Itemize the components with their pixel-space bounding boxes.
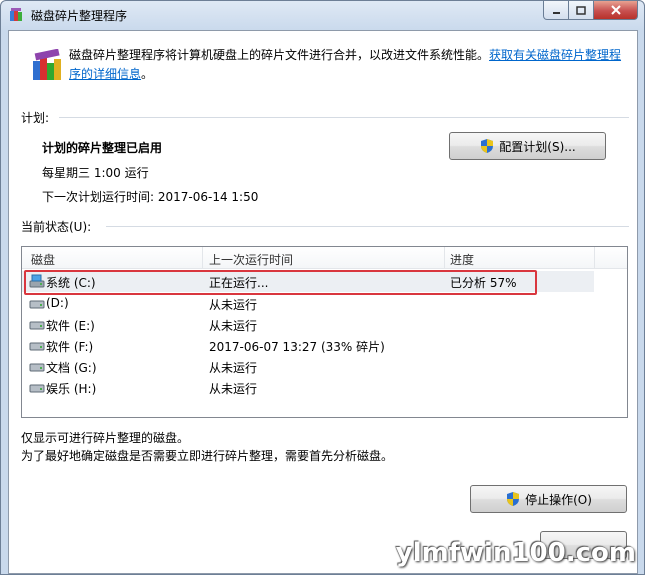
last-run-time: 从未运行 — [209, 298, 258, 312]
defrag-logo-icon — [33, 49, 61, 80]
disk-name: 娱乐 (H:) — [46, 382, 97, 396]
last-run-time: 从未运行 — [209, 382, 258, 396]
minimize-icon — [552, 11, 560, 14]
disk-row-d[interactable]: (D:) 从未运行 — [22, 293, 627, 314]
schedule-section-label: 计划: — [21, 111, 50, 125]
drive-icon — [29, 363, 45, 372]
defrag-app-icon — [10, 8, 22, 21]
disk-list-header: 磁盘 上一次运行时间 进度 — [22, 247, 627, 269]
disk-name: 文档 (G:) — [46, 361, 97, 375]
current-status-label: 当前状态(U): — [21, 220, 92, 234]
disk-list[interactable]: 磁盘 上一次运行时间 进度 系统 (C:) 正在运行... 已分析 57% (D… — [21, 246, 628, 418]
disk-row-e[interactable]: 软件 (E:) 从未运行 — [22, 314, 627, 335]
client-area: 磁盘碎片整理程序将计算机硬盘上的碎片文件进行合并，以改进文件系统性能。获取有关磁… — [8, 30, 638, 574]
minimize-button[interactable] — [543, 1, 569, 20]
last-run-time: 从未运行 — [209, 319, 258, 333]
column-separator[interactable] — [594, 247, 595, 269]
column-separator[interactable] — [202, 247, 203, 269]
watermark: ylmfwin100.com — [395, 538, 636, 568]
note-line-1: 仅显示可进行碎片整理的磁盘。 — [21, 431, 190, 445]
maximize-icon — [576, 5, 586, 15]
uac-shield-icon — [481, 139, 494, 153]
disk-row-f[interactable]: 软件 (F:) 2017-06-07 13:27 (33% 碎片) — [22, 335, 627, 356]
configure-schedule-button[interactable]: 配置计划(S)... — [449, 132, 606, 160]
highlight-annotation-box — [24, 270, 537, 295]
close-button[interactable] — [594, 1, 638, 20]
disk-name: 软件 (E:) — [46, 319, 95, 333]
drive-icon — [29, 300, 45, 309]
description: 磁盘碎片整理程序将计算机硬盘上的碎片文件进行合并，以改进文件系统性能。获取有关磁… — [69, 46, 629, 84]
column-header-disk[interactable]: 磁盘 — [31, 251, 55, 268]
defrag-window: 磁盘碎片整理程序 磁盘碎片整理程序将计算机硬盘上的碎片文件进行合并，以改进文件系… — [0, 0, 645, 575]
last-run-time: 从未运行 — [209, 361, 258, 375]
description-suffix: 。 — [141, 67, 154, 81]
drive-icon — [29, 342, 45, 351]
disk-row-g[interactable]: 文档 (G:) 从未运行 — [22, 356, 627, 377]
column-separator[interactable] — [444, 247, 445, 269]
title-bar[interactable]: 磁盘碎片整理程序 — [1, 1, 644, 29]
drive-icon — [29, 321, 45, 330]
schedule-status-title: 计划的碎片整理已启用 — [42, 141, 163, 155]
close-icon — [610, 5, 621, 15]
note-line-2: 为了最好地确定磁盘是否需要立即进行碎片整理，需要首先分析磁盘。 — [21, 449, 394, 463]
maximize-button[interactable] — [569, 1, 594, 20]
description-text: 磁盘碎片整理程序将计算机硬盘上的碎片文件进行合并，以改进文件系统性能。 — [69, 48, 490, 62]
disk-name: (D:) — [46, 296, 69, 310]
schedule-next-run: 下一次计划运行时间: 2017-06-14 1:50 — [42, 190, 259, 204]
uac-shield-icon — [507, 492, 520, 506]
disk-row-h[interactable]: 娱乐 (H:) 从未运行 — [22, 377, 627, 398]
column-header-progress[interactable]: 进度 — [450, 251, 474, 268]
status-divider — [106, 226, 629, 227]
drive-icon — [29, 384, 45, 393]
stop-operation-button[interactable]: 停止操作(O) — [470, 485, 627, 513]
last-run-time: 2017-06-07 13:27 (33% 碎片) — [209, 340, 385, 354]
configure-schedule-label: 配置计划(S)... — [499, 139, 576, 154]
window-title: 磁盘碎片整理程序 — [31, 9, 128, 23]
window-controls — [543, 1, 638, 20]
schedule-frequency: 每星期三 1:00 运行 — [42, 166, 149, 180]
schedule-divider — [59, 117, 629, 118]
stop-operation-label: 停止操作(O) — [525, 492, 592, 507]
disk-name: 软件 (F:) — [46, 340, 94, 354]
column-header-last-run[interactable]: 上一次运行时间 — [209, 251, 293, 268]
